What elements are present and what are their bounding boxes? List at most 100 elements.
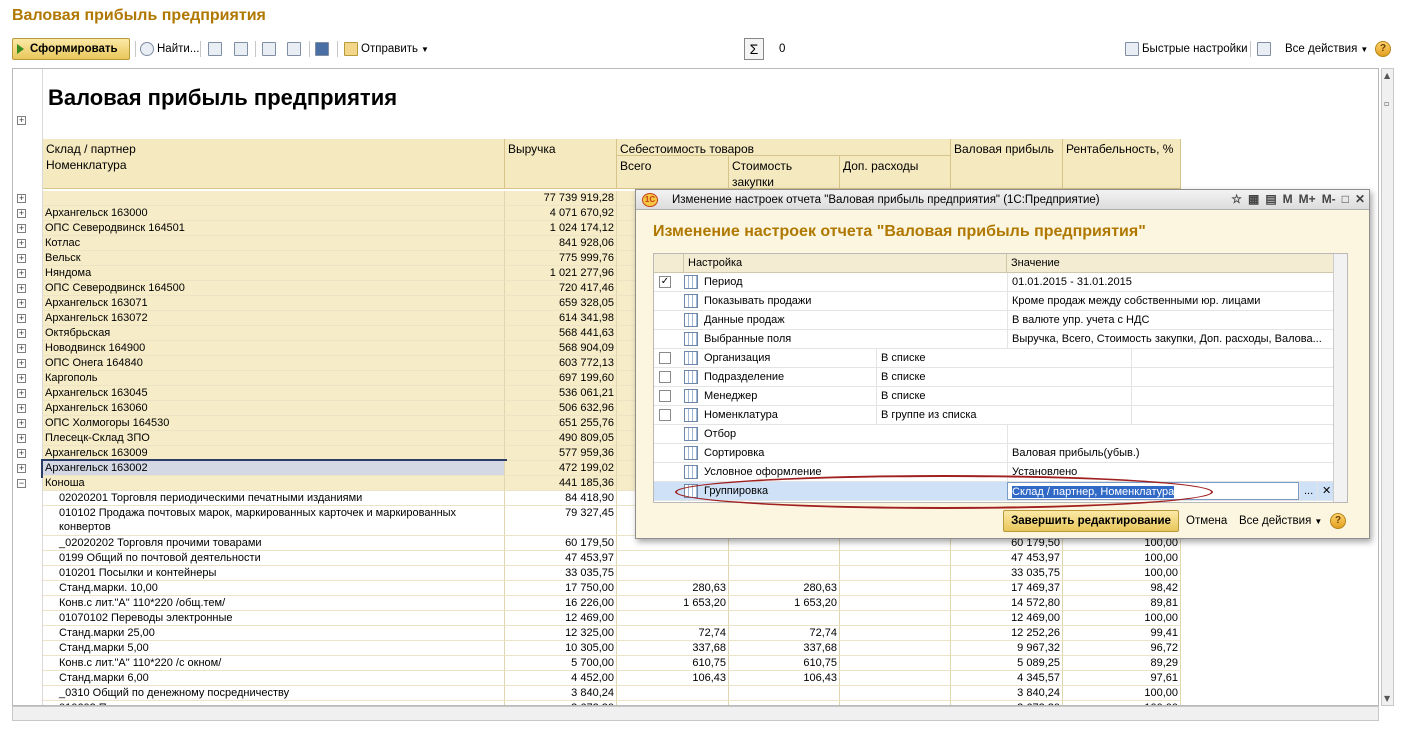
expand-row-icon[interactable]: + — [17, 404, 26, 413]
table-row-item[interactable]: _0310 Общий по денежному посредничеству 3… — [43, 686, 1181, 701]
checkbox[interactable] — [659, 371, 671, 383]
table-row-item[interactable]: Станд.марки 25,00 12 325,00 72,74 72,74 12 2… — [43, 626, 1181, 641]
settings-row[interactable]: Менеджер В списке — [654, 387, 1334, 406]
settings-row-label: Номенклатура — [704, 409, 778, 421]
expand-row-icon[interactable]: + — [17, 284, 26, 293]
expand-row-icon[interactable]: + — [17, 344, 26, 353]
settings-row[interactable]: Номенклатура В группе из списка — [654, 406, 1334, 425]
close-icon[interactable]: ✕ — [1355, 192, 1365, 206]
settings-row[interactable]: ✓ Период 01.01.2015 - 31.01.2015 — [654, 273, 1334, 292]
expand-row-icon[interactable]: + — [17, 299, 26, 308]
settings-row-value[interactable] — [1131, 406, 1334, 424]
variant-button[interactable] — [1257, 38, 1274, 60]
print-button[interactable] — [262, 38, 279, 60]
field-list-icon — [684, 351, 698, 365]
cancel-button[interactable]: Отмена — [1186, 510, 1227, 532]
checkbox[interactable]: ✓ — [659, 276, 671, 288]
settings-row-value[interactable]: Валовая прибыль(убыв.) — [1007, 444, 1334, 462]
finish-editing-button[interactable]: Завершить редактирование — [1003, 510, 1179, 532]
scroll-up-icon[interactable]: ▲ — [1384, 71, 1390, 80]
settings-row-value[interactable]: Кроме продаж между собственными юр. лица… — [1007, 292, 1334, 310]
chevron-down-icon: ▼ — [1314, 516, 1323, 526]
expand-row-icon[interactable]: + — [17, 449, 26, 458]
settings-row-value[interactable] — [1131, 349, 1334, 367]
save-button[interactable] — [315, 38, 332, 60]
help-button[interactable]: ? — [1375, 38, 1391, 60]
table-row-item[interactable]: 010201 Посылки и контейнеры 33 035,75 33 0… — [43, 566, 1181, 581]
memory-plus-button[interactable]: M+ — [1299, 192, 1316, 206]
header-purchase-cost: Стоимость закупки — [729, 156, 840, 189]
collapse-all-button[interactable] — [234, 38, 251, 60]
memory-button[interactable]: M — [1283, 192, 1293, 206]
preview-button[interactable] — [287, 38, 304, 60]
settings-row-condition[interactable]: В списке — [876, 349, 1131, 367]
quick-settings-button[interactable]: Быстрые настройки — [1125, 38, 1248, 60]
settings-row-condition[interactable]: В группе из списка — [876, 406, 1131, 424]
expand-row-icon[interactable]: + — [17, 374, 26, 383]
calendar-icon[interactable]: ▤ — [1265, 192, 1276, 206]
settings-grid[interactable]: Настройка Значение ✓ Период 01.01.2015 - 3… — [653, 253, 1348, 503]
table-row-item[interactable]: 0199 Общий по почтовой деятельности 47 45… — [43, 551, 1181, 566]
settings-row[interactable]: Сортировка Валовая прибыль(убыв.) — [654, 444, 1334, 463]
table-row-item[interactable]: Конв.с лит."А" 110*220 /общ.тем/16 226,0… — [43, 596, 1181, 611]
sum-button[interactable]: Σ — [744, 38, 764, 60]
checkbox[interactable] — [659, 352, 671, 364]
settings-row[interactable]: Отбор — [654, 425, 1334, 444]
expand-row-icon[interactable]: + — [17, 209, 26, 218]
settings-row-condition[interactable]: В списке — [876, 387, 1131, 405]
calculator-icon[interactable]: ▦ — [1248, 192, 1259, 206]
memory-minus-button[interactable]: M- — [1322, 192, 1336, 206]
expand-row-icon[interactable]: + — [17, 419, 26, 428]
scroll-down-icon[interactable]: ▼ — [1384, 694, 1390, 703]
expand-row-icon[interactable]: + — [17, 269, 26, 278]
expand-row-icon[interactable]: + — [17, 434, 26, 443]
expand-header-icon[interactable]: + — [17, 116, 26, 125]
expand-row-icon[interactable]: + — [17, 239, 26, 248]
settings-row[interactable]: Организация В списке — [654, 349, 1334, 368]
settings-row[interactable]: Выбранные поля Выручка, Всего, Стоимость … — [654, 330, 1334, 349]
settings-row-value[interactable] — [1131, 368, 1334, 386]
horizontal-scrollbar[interactable] — [12, 706, 1379, 721]
dialog-all-actions-menu[interactable]: Все действия ▼ — [1239, 510, 1322, 532]
scroll-thumb[interactable]: ▫ — [1384, 99, 1389, 108]
expand-all-button[interactable] — [208, 38, 225, 60]
expand-row-icon[interactable]: + — [17, 224, 26, 233]
all-actions-menu[interactable]: Все действия ▼ — [1285, 38, 1368, 60]
find-button[interactable]: Найти... — [140, 38, 199, 60]
settings-row-value[interactable] — [1007, 425, 1334, 443]
dialog-help-button[interactable]: ? — [1330, 510, 1346, 532]
expand-row-icon[interactable]: + — [17, 254, 26, 263]
settings-row-condition[interactable]: В списке — [876, 368, 1131, 386]
favorite-icon[interactable]: ☆ — [1231, 192, 1242, 206]
table-row-item[interactable]: Конв.с лит."А" 110*220 /с окном/5 700,00… — [43, 656, 1181, 671]
row-value — [617, 566, 729, 581]
grid-scrollbar[interactable] — [1333, 254, 1347, 502]
collapse-row-icon[interactable]: − — [17, 479, 26, 488]
table-row-item[interactable]: Станд.марки. 10,00 17 750,00 280,63 280,63 1… — [43, 581, 1181, 596]
table-row-item[interactable]: Станд.марки 5,00 10 305,00 337,68 337,68 9 9… — [43, 641, 1181, 656]
checkbox[interactable] — [659, 409, 671, 421]
choose-button[interactable]: ... — [1299, 482, 1317, 500]
expand-row-icon[interactable]: + — [17, 314, 26, 323]
expand-row-icon[interactable]: + — [17, 329, 26, 338]
clear-icon[interactable]: ✕ — [1317, 482, 1334, 500]
expand-row-icon[interactable]: + — [17, 194, 26, 203]
settings-row-value[interactable]: В валюте упр. учета с НДС — [1007, 311, 1334, 329]
settings-row-value[interactable]: Выручка, Всего, Стоимость закупки, Доп. … — [1007, 330, 1334, 348]
checkbox[interactable] — [659, 390, 671, 402]
expand-row-icon[interactable]: + — [17, 464, 26, 473]
expand-row-icon[interactable]: + — [17, 389, 26, 398]
settings-row-value[interactable]: 01.01.2015 - 31.01.2015 — [1007, 273, 1334, 291]
settings-row-value[interactable] — [1131, 387, 1334, 405]
table-row-item[interactable]: Станд.марки 6,00 4 452,00 106,43 106,43 4 34… — [43, 671, 1181, 686]
settings-row[interactable]: Данные продаж В валюте упр. учета с НДС — [654, 311, 1334, 330]
table-row-item[interactable]: 01070102 Переводы электронные 12 469,00 12… — [43, 611, 1181, 626]
settings-row[interactable]: Показывать продажи Кроме продаж между соб… — [654, 292, 1334, 311]
row-value — [840, 566, 951, 581]
vertical-scrollbar[interactable]: ▲ ▫ ▼ — [1381, 68, 1394, 706]
maximize-icon[interactable]: □ — [1342, 192, 1349, 206]
generate-button[interactable]: Сформировать — [12, 38, 130, 60]
expand-row-icon[interactable]: + — [17, 359, 26, 368]
send-button[interactable]: Отправить ▼ — [344, 38, 429, 60]
settings-row[interactable]: Подразделение В списке — [654, 368, 1334, 387]
